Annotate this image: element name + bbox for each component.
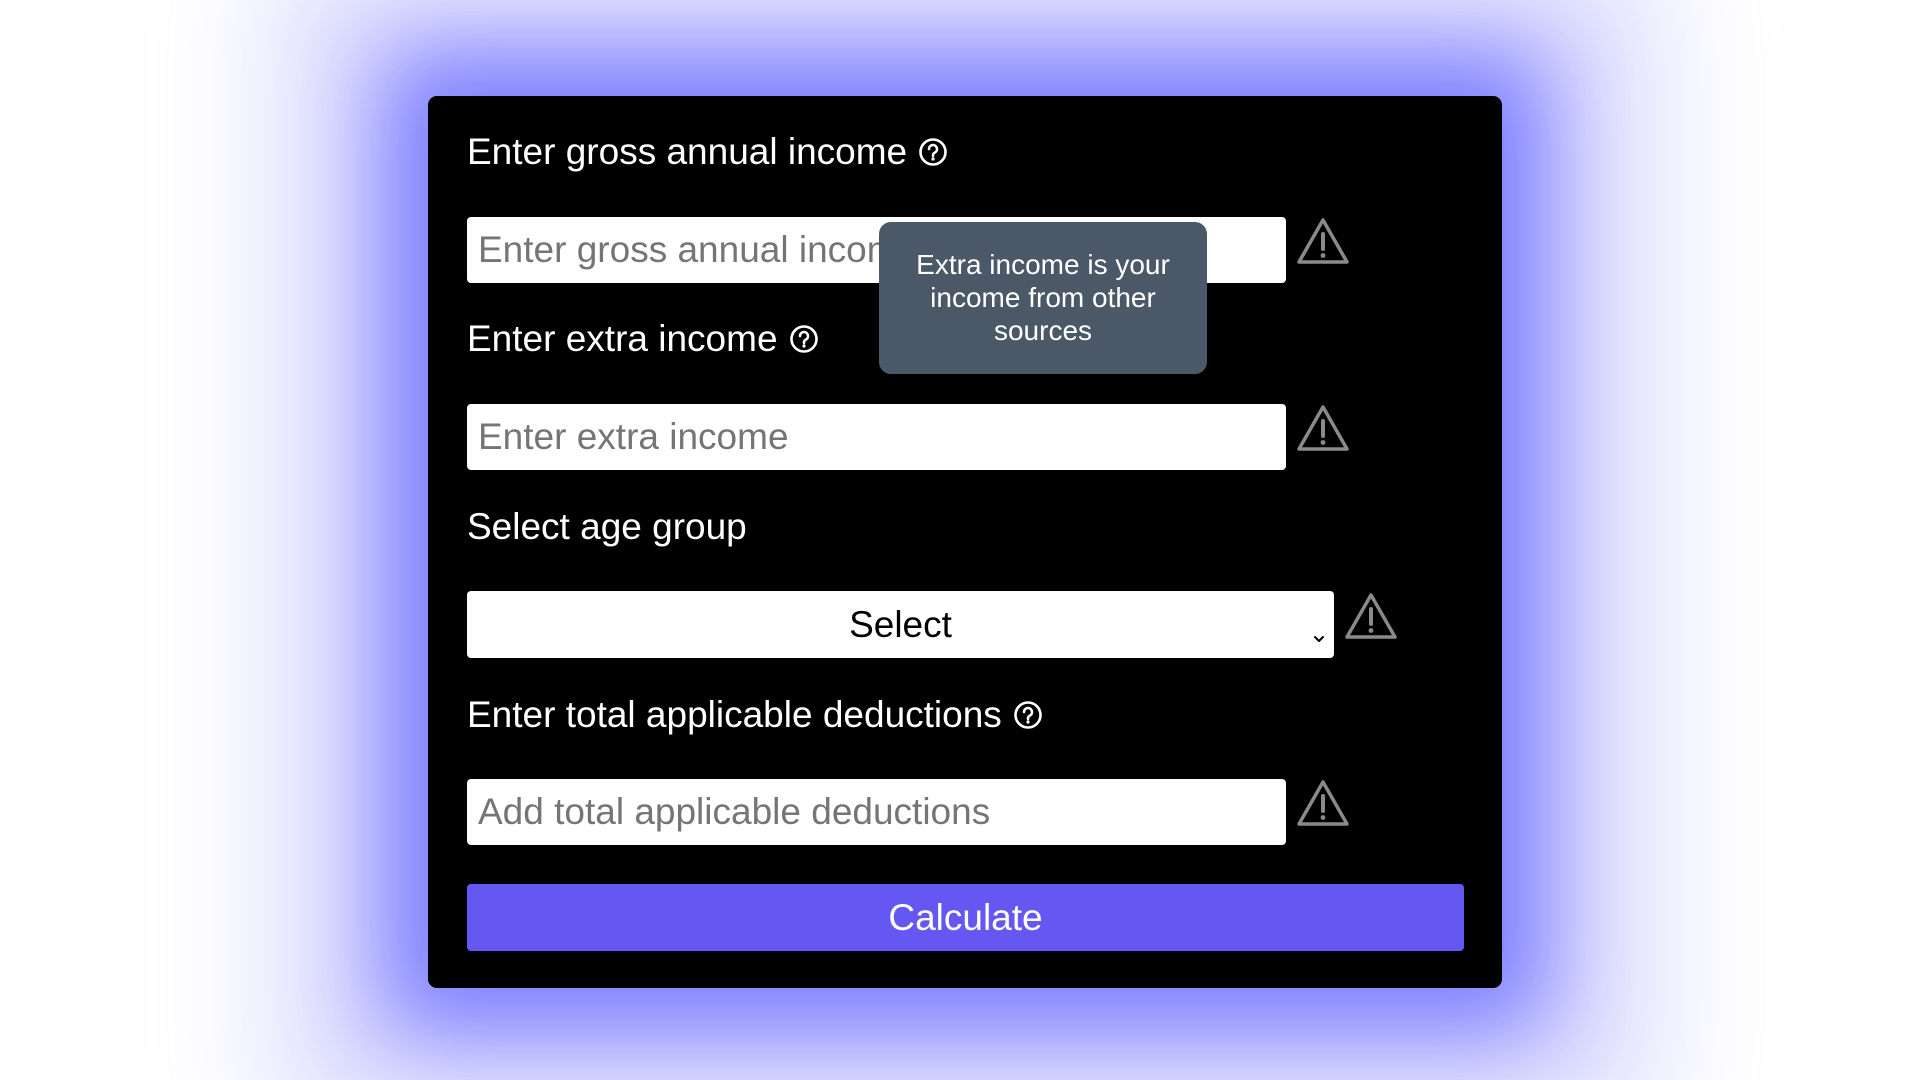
chevron-down-icon (1312, 613, 1326, 642)
extra-income-help-icon[interactable] (789, 324, 819, 354)
extra-income-label-row: Enter extra income (467, 317, 819, 361)
age-group-selected-value: Select (849, 603, 952, 645)
income-form-card: Enter gross annual income Enter extra in… (428, 96, 1502, 988)
age-group-select[interactable]: Select (467, 591, 1334, 658)
deductions-warning-icon (1295, 778, 1351, 828)
deductions-input[interactable] (467, 779, 1286, 845)
extra-income-warning-icon (1295, 403, 1351, 453)
calculate-button-label: Calculate (888, 896, 1043, 938)
extra-income-input[interactable] (467, 404, 1286, 470)
calculate-button[interactable]: Calculate (467, 884, 1464, 951)
deductions-label: Enter total applicable deductions (467, 694, 1002, 735)
gross-income-label: Enter gross annual income (467, 131, 908, 172)
age-group-label: Select age group (467, 506, 747, 547)
age-group-warning-icon (1343, 591, 1399, 641)
extra-income-label: Enter extra income (467, 318, 778, 359)
age-group-label-row: Select age group (467, 505, 747, 549)
deductions-label-row: Enter total applicable deductions (467, 693, 1043, 737)
gross-income-warning-icon (1295, 216, 1351, 266)
extra-income-tooltip: Extra income is your income from other s… (879, 222, 1207, 374)
gross-income-help-icon[interactable] (918, 137, 948, 167)
gross-income-label-row: Enter gross annual income (467, 130, 948, 174)
deductions-help-icon[interactable] (1013, 700, 1043, 730)
